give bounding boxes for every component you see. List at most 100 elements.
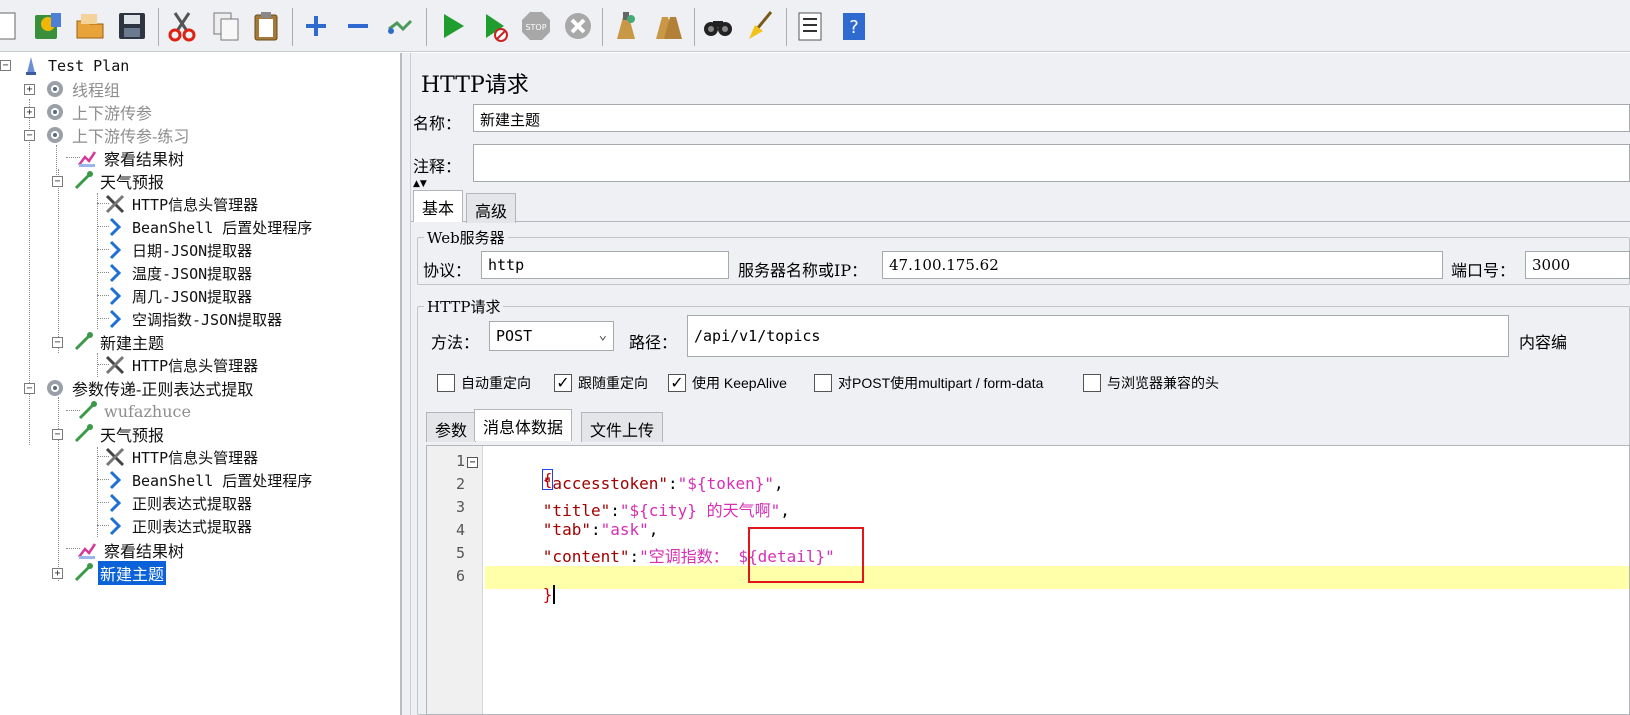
tree-node-thread-group[interactable]: 线程组: [44, 78, 122, 100]
tree-node-http-sampler-selected[interactable]: 新建主题: [72, 561, 167, 585]
json-key: "accesstoken": [542, 474, 669, 493]
thread-group-expand-toggle[interactable]: +: [24, 107, 35, 118]
tree-node-thread-group[interactable]: 上下游传参-练习: [44, 124, 191, 146]
protocol-field[interactable]: http: [481, 251, 729, 279]
toggle-icon[interactable]: [382, 8, 418, 44]
line-number: 3: [455, 498, 465, 516]
tree-node-http-sampler[interactable]: 天气预报: [72, 170, 166, 192]
json-value: "${token}": [677, 474, 774, 493]
expand-icon[interactable]: [298, 8, 334, 44]
tree-label: 正则表达式提取器: [132, 517, 253, 536]
reset-search-icon[interactable]: [742, 8, 778, 44]
tree-node-post-processor[interactable]: 周几-JSON提取器: [104, 285, 254, 307]
tree-node-header-manager[interactable]: HTTP信息头管理器: [104, 446, 260, 468]
tree-node-post-processor[interactable]: 正则表达式提取器: [104, 492, 254, 514]
sampler-collapse-toggle[interactable]: −: [52, 429, 63, 440]
tab-parameters[interactable]: 参数: [426, 412, 477, 442]
tree-node-http-sampler[interactable]: wufazhuce: [76, 400, 193, 422]
tree-node-post-processor[interactable]: BeanShell 后置处理程序: [104, 469, 314, 491]
checkmark-icon: ✓: [668, 374, 686, 392]
tree-node-view-results-tree[interactable]: 察看结果树: [76, 147, 186, 169]
tree-node-post-processor[interactable]: 日期-JSON提取器: [104, 239, 254, 261]
tree-node-test-plan[interactable]: Test Plan: [20, 55, 131, 77]
svg-text:?: ?: [849, 17, 859, 38]
start-icon[interactable]: [434, 8, 470, 44]
fold-toggle[interactable]: −: [467, 457, 478, 468]
sampler-collapse-toggle[interactable]: −: [52, 337, 63, 348]
templates-icon[interactable]: [30, 8, 66, 44]
thread-group-collapse-toggle[interactable]: −: [24, 383, 35, 394]
clear-all-icon[interactable]: [650, 8, 686, 44]
tab-basic[interactable]: 基本: [413, 190, 464, 222]
sampler-collapse-toggle[interactable]: −: [52, 176, 63, 187]
browser-headers-checkbox[interactable]: 与浏览器兼容的头: [1083, 373, 1219, 393]
tree-node-header-manager[interactable]: HTTP信息头管理器: [104, 354, 260, 376]
multipart-checkbox[interactable]: 对POST使用multipart / form-data: [814, 373, 1043, 393]
post-processor-arrow-icon: [104, 469, 126, 491]
sampler-pipette-icon: [72, 562, 94, 584]
sampler-pipette-icon: [72, 423, 94, 445]
tree-label: 正则表达式提取器: [132, 494, 253, 513]
checkmark-icon: ✓: [554, 374, 572, 392]
tree-node-view-results-tree[interactable]: 察看结果树: [76, 539, 186, 561]
divider-arrows[interactable]: ▲▼: [413, 180, 427, 189]
line-number: 6: [455, 567, 465, 585]
close-brace: }: [542, 585, 553, 604]
collapse-icon[interactable]: [340, 8, 376, 44]
server-field[interactable]: 47.100.175.62: [882, 251, 1443, 279]
save-icon[interactable]: [114, 8, 150, 44]
cut-icon[interactable]: [164, 8, 200, 44]
copy-icon[interactable]: [208, 8, 244, 44]
thread-group-expand-toggle[interactable]: +: [24, 84, 35, 95]
tree-node-post-processor[interactable]: 温度-JSON提取器: [104, 262, 254, 284]
new-icon[interactable]: [0, 8, 22, 44]
help-icon[interactable]: ?: [836, 8, 872, 44]
clear-icon[interactable]: [608, 8, 644, 44]
paste-icon[interactable]: [248, 8, 284, 44]
tab-file-upload[interactable]: 文件上传: [581, 412, 664, 442]
tab-body-data[interactable]: 消息体数据: [474, 409, 573, 441]
body-data-editor[interactable]: 1 2 3 4 5 6 − { "accesstoken":"${token}"…: [426, 445, 1630, 715]
path-field[interactable]: /api/v1/topics: [687, 315, 1509, 357]
checkbox-box: [1083, 374, 1101, 392]
method-select[interactable]: POST ⌄: [489, 321, 614, 351]
tab-advanced[interactable]: 高级: [466, 193, 517, 223]
shutdown-icon[interactable]: [560, 8, 596, 44]
start-no-pause-icon[interactable]: [476, 8, 512, 44]
tree-node-header-manager[interactable]: HTTP信息头管理器: [104, 193, 260, 215]
search-icon[interactable]: [700, 8, 736, 44]
stop-icon[interactable]: STOP: [518, 8, 554, 44]
tree-label: 上下游传参-练习: [72, 127, 190, 146]
auto-redirect-checkbox[interactable]: 自动重定向: [437, 373, 531, 393]
json-colon: :: [668, 474, 678, 493]
thread-group-gear-icon: [44, 78, 66, 100]
port-field[interactable]: 3000: [1525, 251, 1630, 279]
tree-node-http-sampler[interactable]: 新建主题: [72, 331, 166, 353]
comment-label: 注释：: [413, 157, 462, 176]
tree-node-http-sampler[interactable]: 天气预报: [72, 423, 166, 445]
text-cursor: [553, 585, 556, 604]
follow-redirect-checkbox[interactable]: ✓ 跟随重定向: [554, 373, 648, 393]
open-icon[interactable]: [72, 8, 108, 44]
tree-node-thread-group[interactable]: 上下游传参: [44, 101, 154, 123]
http-request-panel: HTTP请求 名称： 新建主题 注释： ▲▼ 基本 高级 Web服务器 协议： …: [411, 53, 1630, 715]
sampler-expand-toggle[interactable]: +: [52, 568, 63, 579]
function-helper-icon[interactable]: [792, 8, 828, 44]
tree-label: 天气预报: [100, 426, 165, 445]
json-comma: ,: [780, 501, 790, 520]
name-field[interactable]: 新建主题: [473, 104, 1630, 132]
tree-label: 线程组: [72, 81, 121, 100]
keepalive-checkbox[interactable]: ✓ 使用 KeepAlive: [668, 373, 787, 393]
port-label: 端口号：: [1451, 261, 1516, 280]
method-label: 方法：: [431, 333, 480, 352]
tree-node-post-processor[interactable]: 空调指数-JSON提取器: [104, 308, 284, 330]
comment-field[interactable]: [473, 144, 1630, 182]
tree-node-post-processor[interactable]: 正则表达式提取器: [104, 515, 254, 537]
thread-group-collapse-toggle[interactable]: −: [24, 130, 35, 141]
tree-label: BeanShell 后置处理程序: [132, 218, 313, 237]
json-colon: :: [629, 547, 640, 566]
tree-node-thread-group[interactable]: 参数传递-正则表达式提取: [44, 377, 255, 399]
tree-node-post-processor[interactable]: BeanShell 后置处理程序: [104, 216, 314, 238]
root-collapse-toggle[interactable]: −: [0, 60, 11, 71]
pane-splitter[interactable]: [401, 53, 411, 715]
